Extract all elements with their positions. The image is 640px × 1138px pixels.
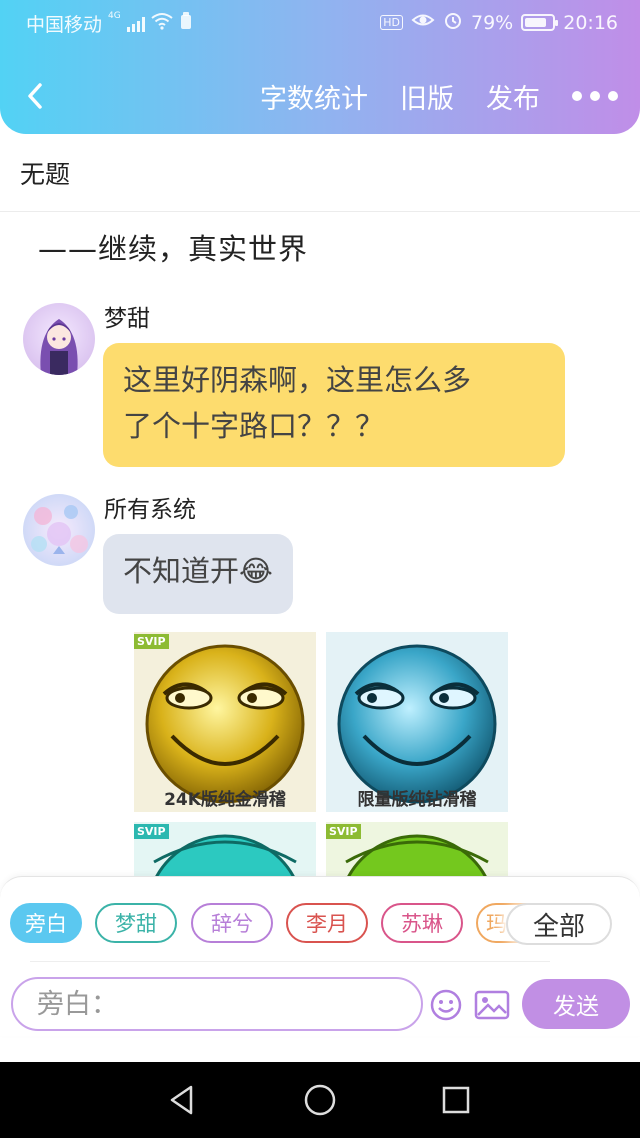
status-bar: 中国移动 4G HD 79% 20:16 [0,0,640,44]
message-bubble[interactable]: 不知道开😂 [103,534,293,614]
sticker-badge: SVIP [134,634,169,649]
clock: 20:16 [563,11,618,34]
recents-square-icon[interactable] [436,1080,476,1120]
send-button[interactable]: 发送 [522,979,630,1029]
chip-mengtian[interactable]: 梦甜 [95,903,177,943]
chip-label: 梦甜 [115,912,157,936]
back-button[interactable] [18,76,52,116]
alarm-icon [443,10,463,35]
chevron-left-icon [28,83,42,109]
sticker-caption: 限量版纯钻滑稽 [357,790,477,810]
wifi-icon [151,12,173,35]
sticker-badge: SVIP [326,824,361,839]
avatar[interactable] [23,494,95,566]
publish-button[interactable]: 发布 [486,77,540,116]
all-label: 全部 [532,911,585,942]
network-type: 4G [108,10,121,21]
more-options-icon[interactable] [572,91,618,101]
word-count-button[interactable]: 字数统计 [260,77,368,116]
chip-label: 玛 [486,912,507,936]
notification-icon [179,11,193,36]
sticker-green: SVIP [326,822,508,876]
composer-panel: 旁白 梦甜 辞兮 李月 苏琳 玛 全部 发送 [0,876,640,1036]
sticker-gold: SVIP 24K版纯金滑稽 [134,632,316,812]
sticker-caption: 24K版纯金滑稽 [164,790,286,810]
title-divider [0,211,640,212]
chip-sulin[interactable]: 苏琳 [381,903,463,943]
message-input-field[interactable] [13,979,421,1029]
sticker-diamond: 限量版纯钻滑稽 [326,632,508,812]
battery-icon [521,14,559,31]
sticker-teal: SVIP [134,822,316,876]
signal-icon [126,16,145,32]
message-text: 不知道开 [123,554,240,588]
old-version-button[interactable]: 旧版 [400,77,454,116]
chip-liyue[interactable]: 李月 [286,903,368,943]
all-characters-button[interactable]: 全部 [506,903,612,945]
hd-icon: HD [380,15,403,30]
chip-label: 李月 [306,912,348,936]
carrier-label: 中国移动 [26,14,103,36]
avatar[interactable] [23,303,95,375]
sender-name: 所有系统 [104,497,196,523]
image-icon[interactable] [474,987,510,1023]
message-line: 了个十字路口？？？ [123,409,385,443]
battery-percent: 79% [471,11,514,34]
message-line: 这里好阴森啊，这里怎么多 [123,363,472,397]
message-input[interactable] [11,977,423,1031]
chip-cixi[interactable]: 辞兮 [191,903,273,943]
app-header: 中国移动 4G HD 79% 20:16 字数统计 旧版 发布 [0,0,640,134]
panel-divider [30,961,550,962]
message-bubble[interactable]: 这里好阴森啊，这里怎么多 了个十字路口？？？ [103,343,565,467]
nav-bar: 字数统计 旧版 发布 [0,66,640,126]
chip-label: 旁白 [25,912,67,936]
sticker-image[interactable]: SVIP 24K版纯金滑稽 限量版纯钻滑稽 SVIP SVIP [134,632,508,876]
eye-comfort-icon [411,11,435,34]
chip-label: 辞兮 [211,912,253,936]
laughing-emoji-icon: 😂 [239,554,273,588]
sender-name: 梦甜 [104,306,150,332]
document-title[interactable]: 无题 [20,155,70,191]
sticker-badge: SVIP [134,824,169,839]
back-triangle-icon[interactable] [162,1080,202,1120]
home-circle-icon[interactable] [300,1080,340,1120]
system-nav-bar [0,1062,640,1138]
chapter-heading[interactable]: ——继续，真实世界 [38,226,308,268]
chip-label: 苏琳 [401,912,443,936]
emoji-icon[interactable] [428,987,464,1023]
chip-narrator[interactable]: 旁白 [10,903,82,943]
